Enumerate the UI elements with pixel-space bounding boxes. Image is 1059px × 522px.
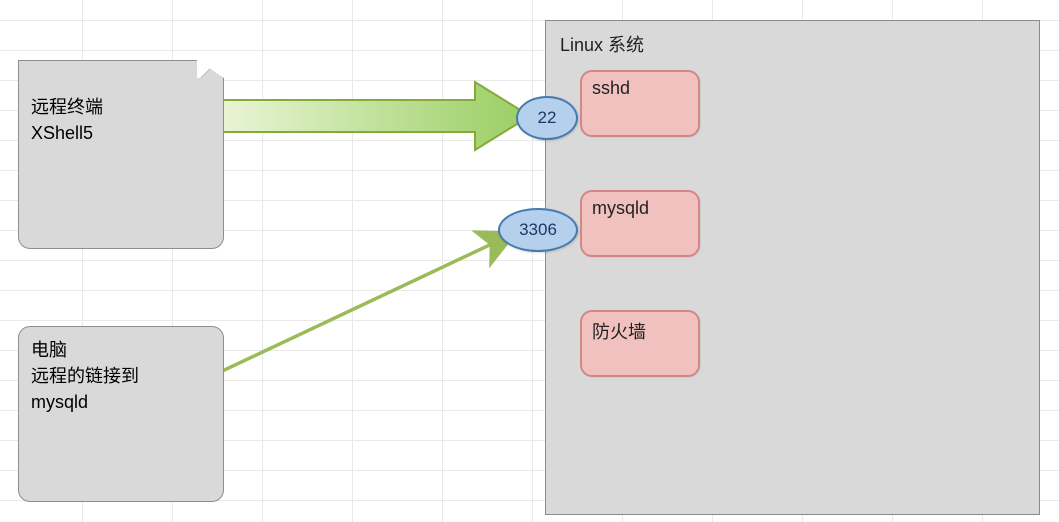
service-firewall: 防火墙 — [580, 310, 700, 377]
client-terminal-line2: XShell5 — [31, 120, 211, 146]
linux-system-title: Linux 系统 — [560, 31, 1025, 57]
client-pc-line2: 远程的链接到 — [31, 363, 211, 389]
port-3306-label: 3306 — [519, 220, 557, 239]
client-pc-line1: 电脑 — [31, 337, 211, 363]
client-pc-note: 电脑 远程的链接到 mysqld — [18, 326, 224, 502]
service-sshd: sshd — [580, 70, 700, 137]
service-sshd-label: sshd — [592, 78, 630, 98]
client-terminal-note: 远程终端 XShell5 — [18, 78, 224, 249]
port-3306: 3306 — [498, 208, 578, 252]
service-mysqld: mysqld — [580, 190, 700, 257]
service-firewall-label: 防火墙 — [592, 322, 646, 342]
service-mysqld-label: mysqld — [592, 198, 649, 218]
client-terminal-line1: 远程终端 — [31, 94, 211, 120]
client-pc-line3: mysqld — [31, 389, 211, 415]
port-22: 22 — [516, 96, 578, 140]
port-22-label: 22 — [538, 108, 557, 127]
